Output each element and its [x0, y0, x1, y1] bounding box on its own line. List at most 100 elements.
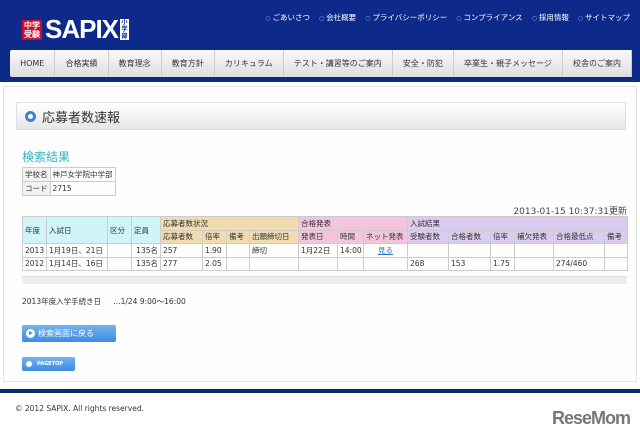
play-icon: [26, 329, 35, 338]
nav-policy[interactable]: 教育方針: [162, 50, 215, 77]
cell: 1月19日、21日: [46, 243, 108, 258]
sapix-logo[interactable]: 中学受験 SAPIX 小学部: [22, 14, 130, 45]
th-examinees: 受験者数: [407, 229, 450, 244]
cell: 1.75: [490, 256, 516, 271]
link-sitemap[interactable]: サイトマップ: [578, 12, 630, 23]
cell-net: 見る: [362, 243, 409, 258]
enrollment-note: 2013年度入学手続き日 …1/24 9:00～16:00: [22, 296, 186, 307]
th-announce-date: 発表日: [298, 229, 338, 244]
nav-curriculum[interactable]: カリキュラム: [215, 50, 284, 77]
th-group-applicants: 応募者数状況: [160, 216, 299, 231]
cell: [514, 256, 555, 271]
info-value: 2715: [49, 181, 116, 196]
th-passers: 合格者数: [448, 229, 492, 244]
cell: 1月14日、16日: [46, 256, 108, 271]
cell: [604, 243, 629, 258]
cell: 1.90: [202, 243, 227, 258]
cell: 1月22日: [298, 243, 338, 258]
cell: 締切: [249, 243, 299, 258]
cell: 135名: [131, 256, 161, 271]
nav-messages[interactable]: 卒業生・親子メッセージ: [454, 50, 563, 77]
nav-home[interactable]: HOME: [10, 50, 56, 77]
logo-text: SAPIX: [45, 14, 119, 44]
logo-sub: 小学部: [120, 19, 130, 40]
footer-divider: [0, 389, 640, 393]
nav-schools[interactable]: 校舎のご案内: [563, 50, 633, 77]
top-links: ごあいさつ 会社概要 プライバシーポリシー コンプライアンス 採用情報 サイトマ…: [265, 12, 630, 23]
cell: [226, 256, 250, 271]
arrow-up-icon: [26, 361, 32, 367]
th-group-announce: 合格発表: [297, 216, 409, 231]
info-label: コード: [22, 181, 51, 196]
school-info-table: 学校名 神戸女学院中学部 コード 2715: [22, 167, 116, 196]
th-min-score: 合格最低点: [553, 229, 606, 244]
nav-safety[interactable]: 安全・防犯: [393, 50, 454, 77]
cell: [298, 256, 338, 271]
th-year: 年度: [22, 216, 47, 244]
cell: [514, 243, 555, 258]
note-value: …1/24 9:00～16:00: [113, 297, 186, 306]
logo-badge: 中学受験: [22, 19, 42, 40]
cell: [226, 243, 250, 258]
th-group-results: 入試結果: [407, 216, 629, 231]
link-recruit[interactable]: 採用情報: [532, 12, 569, 23]
th-exam-date: 入試日: [46, 216, 108, 244]
nav-philosophy[interactable]: 教育理念: [109, 50, 162, 77]
link-company[interactable]: 会社概要: [319, 12, 356, 23]
section-title: 検索結果: [22, 150, 71, 164]
nav-tests[interactable]: テスト・講習等のご案内: [284, 50, 393, 77]
link-compliance[interactable]: コンプライアンス: [456, 12, 522, 23]
pagetop-button[interactable]: PAGETOP: [22, 357, 75, 371]
view-link[interactable]: 見る: [378, 246, 393, 255]
th-time: 時間: [337, 229, 364, 244]
page-title-bar: 応募者数速報: [16, 102, 626, 130]
cell: 14:00: [337, 243, 364, 258]
th-category: 区分: [107, 216, 132, 244]
info-label: 学校名: [22, 167, 51, 182]
cell: 2.05: [202, 256, 227, 271]
th-net: ネット発表: [362, 229, 409, 244]
cell: [407, 243, 450, 258]
th-deadline: 出願締切日: [249, 229, 299, 244]
results-table: 年度 入試日 区分 定員 応募者数状況 合格発表 入試結果 応募者数 倍率 備考…: [22, 216, 629, 271]
cell: [107, 243, 132, 258]
cell: 153: [448, 256, 492, 271]
main-nav: HOME 合格実績 教育理念 教育方針 カリキュラム テスト・講習等のご案内 安…: [10, 50, 633, 77]
cell: [448, 243, 492, 258]
th-result-ratio: 倍率: [490, 229, 516, 244]
link-privacy[interactable]: プライバシーポリシー: [365, 12, 447, 23]
back-to-search-button[interactable]: 検索画面に戻る: [22, 325, 116, 342]
th-result-remarks: 備考: [604, 229, 629, 244]
cell: [604, 256, 629, 271]
nav-results[interactable]: 合格実績: [55, 50, 109, 77]
th-capacity: 定員: [131, 216, 161, 244]
th-remarks: 備考: [226, 229, 250, 244]
cell: [490, 243, 516, 258]
th-ratio: 倍率: [202, 229, 227, 244]
cell: 2013: [22, 243, 47, 258]
table-row: 2012 1月14日、16日 135名 277 2.05 268 153 1.7…: [22, 256, 629, 271]
copyright: © 2012 SAPIX. All rights reserved.: [15, 404, 144, 413]
cell: 268: [407, 256, 450, 271]
cell: [362, 256, 409, 271]
back-label: 検索画面に戻る: [38, 329, 94, 338]
cell: [107, 256, 132, 271]
cell: 2012: [22, 256, 47, 271]
cell: 277: [160, 256, 203, 271]
cell: 274/460: [553, 256, 606, 271]
resemom-watermark: ReseMom: [551, 408, 631, 428]
page-title: 応募者数速報: [42, 110, 121, 126]
link-greeting[interactable]: ごあいさつ: [265, 12, 311, 23]
header: 中学受験 SAPIX 小学部 ごあいさつ 会社概要 プライバシーポリシー コンプ…: [0, 0, 640, 82]
cell: [249, 256, 299, 271]
th-applicants: 応募者数: [160, 229, 203, 244]
th-waitlist: 補欠発表: [514, 229, 555, 244]
pagetop-label: PAGETOP: [37, 361, 63, 367]
table-row: 2013 1月19日、21日 135名 257 1.90 締切 1月22日 14…: [22, 243, 629, 258]
cell: [553, 243, 606, 258]
horizontal-scrollbar[interactable]: [22, 276, 627, 284]
cell: [337, 256, 364, 271]
info-value: 神戸女学院中学部: [49, 167, 116, 182]
cell: 257: [160, 243, 203, 258]
bullet-icon: [25, 110, 36, 122]
